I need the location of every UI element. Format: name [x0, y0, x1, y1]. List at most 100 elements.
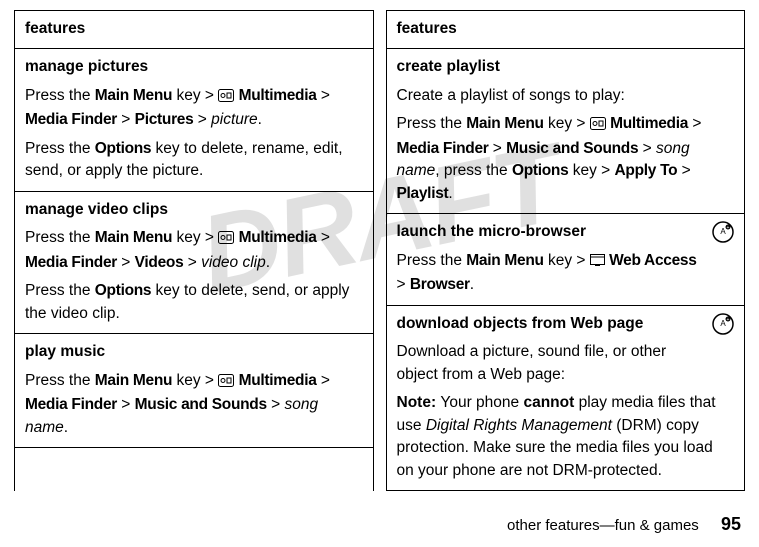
- cell-paragraph: Press the Options key to delete, send, o…: [25, 280, 363, 325]
- web-access-label: Web Access: [609, 252, 696, 269]
- music-sounds-label: Music and Sounds: [506, 140, 638, 157]
- cell-paragraph: Press the Main Menu key > Web Access > B…: [397, 250, 735, 297]
- text: >: [317, 372, 330, 389]
- svg-text:A: A: [720, 319, 726, 328]
- text: Your phone: [440, 394, 523, 411]
- text: >: [677, 162, 690, 179]
- left-column: features manage pictures Press the Main …: [14, 10, 374, 491]
- cell-play-music: play music Press the Main Menu key > Mul…: [15, 334, 373, 448]
- cell-paragraph: Create a playlist of songs to play:: [397, 85, 735, 107]
- cell-paragraph: Press the Main Menu key > Multimedia > M…: [25, 85, 363, 132]
- svg-text:+: +: [727, 317, 730, 323]
- drm-label: Digital Rights Management: [426, 417, 612, 434]
- cell-title: manage video clips: [25, 199, 363, 221]
- page-footer: other features—fun & games 95: [507, 514, 741, 535]
- main-menu-label: Main Menu: [95, 87, 172, 104]
- text: Press the: [25, 140, 95, 157]
- text: .: [266, 254, 270, 271]
- network-badge-icon: A+: [712, 313, 734, 342]
- text: >: [117, 254, 135, 271]
- options-label: Options: [512, 162, 568, 179]
- cell-title: launch the micro-browser: [397, 221, 735, 243]
- cell-manage-video: manage video clips Press the Main Menu k…: [15, 192, 373, 334]
- media-finder-label: Media Finder: [25, 111, 117, 128]
- apply-to-label: Apply To: [615, 162, 678, 179]
- cannot-label: cannot: [523, 394, 574, 411]
- text: >: [117, 111, 135, 128]
- text: , press the: [435, 162, 512, 179]
- cell-paragraph: Press the Main Menu key > Multimedia > M…: [25, 370, 363, 439]
- music-sounds-label: Music and Sounds: [135, 396, 267, 413]
- text: >: [317, 229, 330, 246]
- text: key >: [544, 252, 590, 269]
- multimedia-icon: [218, 372, 234, 394]
- text: key >: [172, 229, 218, 246]
- text: .: [470, 276, 474, 293]
- cell-paragraph: Download a picture, sound file, or other…: [397, 341, 735, 386]
- text: >: [117, 396, 135, 413]
- text: Press the: [397, 115, 467, 132]
- cell-title: create playlist: [397, 56, 735, 78]
- text: Press the: [397, 252, 467, 269]
- cell-title: manage pictures: [25, 56, 363, 78]
- main-menu-label: Main Menu: [95, 372, 172, 389]
- text: >: [267, 396, 285, 413]
- cell-download-objects: A+ download objects from Web page Downlo…: [387, 306, 745, 491]
- cell-paragraph: Note: Your phone cannot play media files…: [397, 392, 735, 482]
- cell-paragraph: Press the Options key to delete, rename,…: [25, 138, 363, 183]
- text: >: [193, 111, 211, 128]
- text: key >: [172, 372, 218, 389]
- page-number: 95: [721, 514, 741, 534]
- cell-title: download objects from Web page: [397, 313, 735, 335]
- media-finder-label: Media Finder: [397, 140, 489, 157]
- note-label: Note:: [397, 394, 441, 411]
- cell-paragraph: Press the Main Menu key > Multimedia > M…: [25, 227, 363, 274]
- picture-placeholder: picture: [211, 111, 258, 128]
- text: Press the: [25, 282, 95, 299]
- content-columns: features manage pictures Press the Main …: [14, 10, 745, 491]
- cell-launch-browser: A+ launch the micro-browser Press the Ma…: [387, 214, 745, 305]
- svg-text:+: +: [727, 225, 730, 231]
- cell-paragraph: Press the Main Menu key > Multimedia > M…: [397, 113, 735, 205]
- options-label: Options: [95, 140, 151, 157]
- section-title: other features—fun & games: [507, 517, 699, 534]
- right-header: features: [387, 11, 745, 49]
- cell-manage-pictures: manage pictures Press the Main Menu key …: [15, 49, 373, 191]
- network-badge-icon: A+: [712, 221, 734, 250]
- main-menu-label: Main Menu: [466, 115, 543, 132]
- media-finder-label: Media Finder: [25, 254, 117, 271]
- web-access-icon: [590, 252, 605, 274]
- cell-title: play music: [25, 341, 363, 363]
- text: key >: [568, 162, 614, 179]
- main-menu-label: Main Menu: [95, 229, 172, 246]
- multimedia-label: Multimedia: [239, 87, 317, 104]
- text: key >: [544, 115, 590, 132]
- playlist-label: Playlist: [397, 185, 449, 202]
- left-header: features: [15, 11, 373, 49]
- text: >: [489, 140, 507, 157]
- svg-text:A: A: [720, 227, 726, 236]
- text: >: [317, 87, 330, 104]
- text: >: [638, 140, 656, 157]
- videos-label: Videos: [135, 254, 184, 271]
- multimedia-label: Multimedia: [610, 115, 688, 132]
- text: .: [448, 185, 452, 202]
- multimedia-icon: [218, 87, 234, 109]
- text: .: [258, 111, 262, 128]
- text: >: [183, 254, 201, 271]
- cell-create-playlist: create playlist Create a playlist of son…: [387, 49, 745, 214]
- main-menu-label: Main Menu: [466, 252, 543, 269]
- multimedia-icon: [218, 229, 234, 251]
- text: .: [64, 419, 68, 436]
- text: Press the: [25, 87, 95, 104]
- options-label: Options: [95, 282, 151, 299]
- video-placeholder: video clip: [201, 254, 266, 271]
- multimedia-icon: [590, 115, 606, 137]
- media-finder-label: Media Finder: [25, 396, 117, 413]
- text: >: [688, 115, 701, 132]
- text: key >: [172, 87, 218, 104]
- text: Press the: [25, 229, 95, 246]
- multimedia-label: Multimedia: [239, 229, 317, 246]
- pictures-label: Pictures: [135, 111, 194, 128]
- browser-label: Browser: [410, 276, 470, 293]
